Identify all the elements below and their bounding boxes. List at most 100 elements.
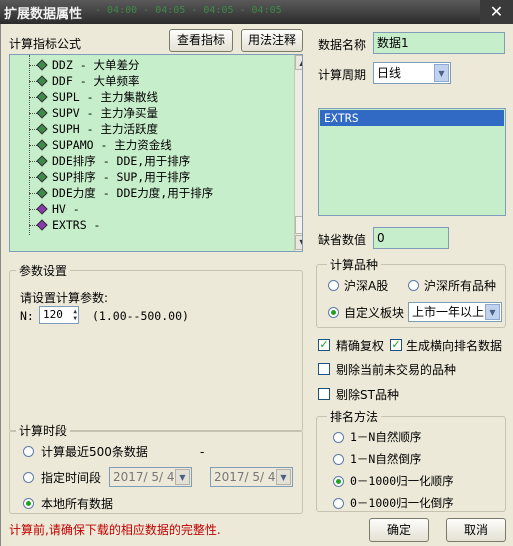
view-indicator-button[interactable]: 查看指标 <box>169 29 233 52</box>
tree-item[interactable]: EXTRS - <box>52 217 100 233</box>
dialog-body: 计算指标公式 查看指标 用法注释 DDZ - 大单差分 DDF - 大单频率 SUP… <box>0 24 513 546</box>
scroll-up-icon[interactable]: ▲ <box>295 55 302 70</box>
chevron-down-icon[interactable]: ▼ <box>175 469 190 485</box>
green-diamond-icon <box>36 155 48 167</box>
data-list[interactable]: EXTRS <box>318 108 506 216</box>
tree-item[interactable]: SUP排序 - SUP,用于排序 <box>52 169 190 185</box>
warning-text: 计算前,请确保下载的相应数据的完整性. <box>9 523 221 537</box>
n-spin-input[interactable]: 120 ▲ ▼ <box>39 306 79 324</box>
scroll-thumb[interactable] <box>295 216 302 234</box>
checkbox-horizontal-rank-label: 生成横向排名数据 <box>406 339 503 353</box>
checkbox-exact-adjust[interactable]: ✓ <box>318 339 330 351</box>
close-button[interactable]: ✕ <box>480 0 513 24</box>
green-diamond-icon <box>36 91 48 103</box>
radio-hs-all-label: 沪深所有品种 <box>424 279 497 293</box>
data-name-label: 数据名称 <box>318 38 367 52</box>
cancel-button[interactable]: 取消 <box>446 518 506 542</box>
spin-arrows-icon[interactable]: ▲ ▼ <box>73 308 77 322</box>
purple-diamond-icon <box>36 219 48 231</box>
checkbox-horizontal-rank[interactable]: ✓ <box>390 339 402 351</box>
variety-group-label: 计算品种 <box>327 256 382 273</box>
tree-item[interactable]: SUPL - 主力集散线 <box>52 89 158 105</box>
checkbox-exclude-untraded-label: 剔除当前未交易的品种 <box>336 363 457 377</box>
radio-custom-block-label: 自定义板块 <box>344 306 405 320</box>
checkbox-exclude-untraded[interactable] <box>318 363 330 375</box>
tree-item[interactable]: SUPAMO - 主力资金线 <box>52 137 172 153</box>
param-group-label: 参数设置 <box>16 262 71 279</box>
param-group: 参数设置 请设置计算参数: N: 120 ▲ ▼ (1.00--500.00) <box>9 262 303 432</box>
green-diamond-icon <box>36 107 48 119</box>
green-diamond-icon <box>36 139 48 151</box>
green-diamond-icon <box>36 171 48 183</box>
tree-item[interactable]: SUPH - 主力活跃度 <box>52 121 158 137</box>
param-prompt: 请设置计算参数: <box>20 291 109 305</box>
tree-item[interactable]: HV - <box>52 201 80 217</box>
purple-diamond-icon <box>36 203 48 215</box>
title-bar: 扩展数据属性 - 04:00 - 04:05 - 04:05 - 04:05 ✕ <box>0 0 513 24</box>
tree-item[interactable]: SUPV - 主力净买量 <box>52 105 158 121</box>
default-value-label: 缺省数值 <box>318 233 367 247</box>
close-icon: ✕ <box>489 2 504 21</box>
chevron-down-icon[interactable]: ▼ <box>485 304 500 320</box>
radio-local-all-label: 本地所有数据 <box>41 497 114 511</box>
green-diamond-icon <box>36 59 48 71</box>
custom-block-select[interactable]: 上市一年以上 ▼ <box>408 302 502 322</box>
background-ghost-text: - 04:00 - 04:05 - 04:05 - 04:05 <box>95 5 282 16</box>
scroll-down-icon[interactable]: ▼ <box>295 235 302 250</box>
green-diamond-icon <box>36 123 48 135</box>
radio-rank-natural-desc[interactable] <box>333 454 344 465</box>
cycle-select[interactable]: 日线 ▼ <box>373 62 451 84</box>
green-diamond-icon <box>36 187 48 199</box>
radio-hs-all[interactable] <box>408 280 419 291</box>
radio-time-range[interactable] <box>23 472 34 483</box>
n-range: (1.00--500.00) <box>92 309 189 323</box>
tree-item[interactable]: DDF - 大单频率 <box>52 73 140 89</box>
period-group-label: 计算时段 <box>16 422 71 439</box>
radio-recent-500[interactable] <box>23 446 34 457</box>
radio-hs-a-label: 沪深A股 <box>344 279 389 293</box>
radio-time-range-label: 指定时间段 <box>41 471 102 485</box>
date-from-picker[interactable]: 2017/ 5/ 4 ▼ <box>109 467 192 487</box>
radio-custom-block[interactable] <box>328 307 339 318</box>
ranking-group: 排名方法 1－N自然顺序 1－N自然倒序 0－1000归一化顺序 0－1000归… <box>316 408 506 512</box>
chevron-down-icon[interactable]: ▼ <box>276 469 291 485</box>
chevron-down-icon[interactable]: ▼ <box>434 64 449 82</box>
radio-local-all[interactable] <box>23 498 34 509</box>
default-value-input[interactable]: 0 <box>373 227 449 249</box>
date-to-picker[interactable]: 2017/ 5/ 4 ▼ <box>210 467 293 487</box>
period-group: 计算时段 计算最近500条数据 - 指定时间段 2017/ 5/ 4 ▼ 201… <box>9 422 303 514</box>
n-value: 120 <box>43 308 63 321</box>
radio-rank-normalized-desc-label: 0－1000归一化倒序 <box>350 496 454 510</box>
radio-hs-a[interactable] <box>328 280 339 291</box>
checkbox-exclude-st[interactable] <box>318 388 330 400</box>
radio-rank-normalized-asc-label: 0－1000归一化顺序 <box>350 474 454 488</box>
usage-notes-button[interactable]: 用法注释 <box>241 29 303 52</box>
custom-block-value: 上市一年以上 <box>412 305 485 319</box>
radio-rank-normalized-asc[interactable] <box>333 476 344 487</box>
n-label: N: <box>20 309 34 323</box>
radio-rank-normalized-desc[interactable] <box>333 498 344 509</box>
cycle-label: 计算周期 <box>318 68 367 82</box>
date-to-value: 2017/ 5/ 4 <box>214 470 276 484</box>
variety-group: 计算品种 沪深A股 沪深所有品种 自定义板块 上市一年以上 ▼ <box>316 256 506 328</box>
radio-rank-natural-asc-label: 1－N自然顺序 <box>350 430 422 444</box>
formula-label: 计算指标公式 <box>9 37 82 51</box>
checkbox-exact-adjust-label: 精确复权 <box>336 339 385 353</box>
formula-tree[interactable]: DDZ - 大单差分 DDF - 大单频率 SUPL - 主力集散线 SUPV - 主… <box>9 54 303 252</box>
tree-item[interactable]: DDZ - 大单差分 <box>52 57 140 73</box>
window-title: 扩展数据属性 <box>4 7 83 22</box>
date-from-value: 2017/ 5/ 4 <box>113 470 175 484</box>
radio-rank-natural-asc[interactable] <box>333 432 344 443</box>
cycle-value: 日线 <box>377 66 402 80</box>
data-name-input[interactable]: 数据1 <box>373 32 505 54</box>
ranking-group-label: 排名方法 <box>327 408 382 425</box>
tree-item[interactable]: DDE排序 - DDE,用于排序 <box>52 153 190 169</box>
radio-rank-natural-desc-label: 1－N自然倒序 <box>350 452 422 466</box>
ok-button[interactable]: 确定 <box>369 518 429 542</box>
green-diamond-icon <box>36 75 48 87</box>
tree-scrollbar[interactable]: ▲ ▼ <box>294 55 302 251</box>
radio-recent-500-label: 计算最近500条数据 <box>41 445 148 459</box>
tree-item[interactable]: DDE力度 - DDE力度,用于排序 <box>52 185 213 201</box>
checkbox-exclude-st-label: 剔除ST品种 <box>336 388 399 402</box>
list-item-selected[interactable]: EXTRS <box>320 110 504 126</box>
